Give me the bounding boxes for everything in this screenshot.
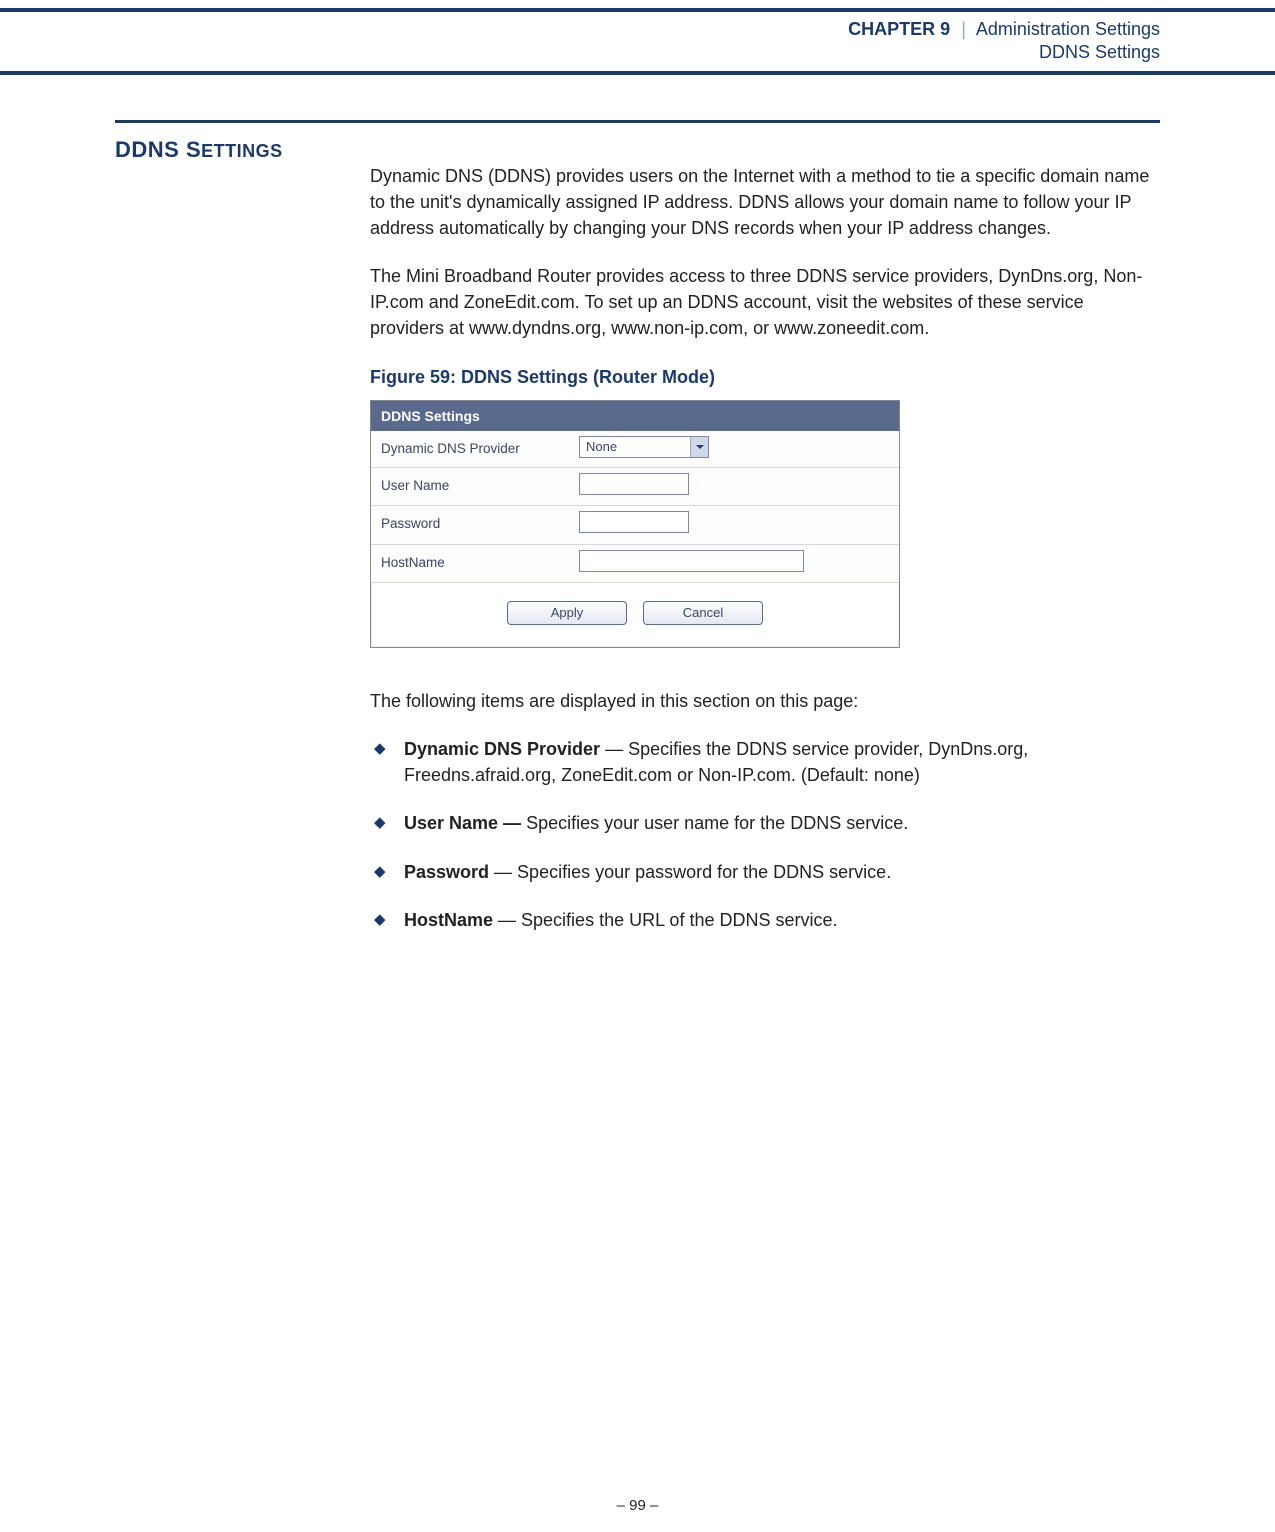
input-username[interactable] [579,473,689,495]
apply-button[interactable]: Apply [507,601,627,625]
select-provider-value: None [580,438,690,457]
list-item: Password — Specifies your password for t… [370,859,1160,885]
panel-title: DDNS Settings [371,401,899,431]
row-username: User Name [371,467,899,506]
header-separator: | [955,19,972,39]
button-row: Apply Cancel [371,582,899,647]
items-list: Dynamic DNS Provider — Specifies the DDN… [370,736,1160,932]
label-provider: Dynamic DNS Provider [371,431,571,467]
input-hostname[interactable] [579,550,804,572]
row-provider: Dynamic DNS Provider None [371,431,899,467]
row-hostname: HostName [371,544,899,583]
header-subsection: DDNS Settings [0,41,1160,64]
page-number: – 99 – [0,1497,1275,1514]
list-item: Dynamic DNS Provider — Specifies the DDN… [370,736,1160,788]
figure-caption: Figure 59: DDNS Settings (Router Mode) [370,364,1160,390]
page-header: CHAPTER 9 | Administration Settings DDNS… [0,8,1275,75]
section-rule [115,120,1160,123]
label-hostname: HostName [371,545,571,583]
row-password: Password [371,505,899,544]
label-password: Password [371,506,571,544]
intro-paragraph-2: The Mini Broadband Router provides acces… [370,263,1160,341]
chevron-down-icon[interactable] [690,437,708,457]
chapter-label: CHAPTER 9 [848,19,950,39]
section-heading: DDNS SETTINGS [115,137,1160,163]
cancel-button[interactable]: Cancel [643,601,763,625]
intro-paragraph-1: Dynamic DNS (DDNS) provides users on the… [370,163,1160,241]
list-item: User Name — Specifies your user name for… [370,810,1160,836]
label-username: User Name [371,468,571,506]
figure-ddns-settings: DDNS Settings Dynamic DNS Provider None … [370,400,900,649]
items-lead-in: The following items are displayed in thi… [370,688,1160,714]
chapter-title: Administration Settings [976,19,1160,39]
input-password[interactable] [579,511,689,533]
select-provider[interactable]: None [579,436,709,458]
list-item: HostName — Specifies the URL of the DDNS… [370,907,1160,933]
